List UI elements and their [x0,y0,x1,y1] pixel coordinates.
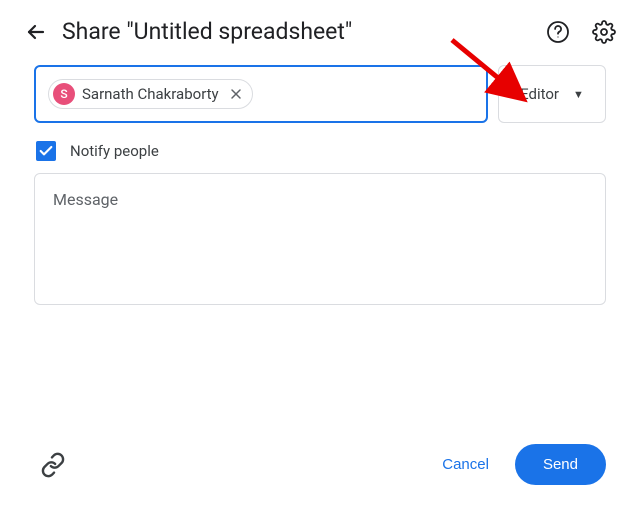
notify-checkbox[interactable] [36,141,56,161]
gear-icon[interactable] [592,20,616,44]
link-icon[interactable] [34,446,72,484]
recipient-name: Sarnath Chakraborty [82,85,219,103]
notify-label: Notify people [70,142,159,160]
recipient-chip[interactable]: S Sarnath Chakraborty [48,79,253,109]
role-label: Editor [520,85,559,103]
recipients-input[interactable]: S Sarnath Chakraborty [34,65,488,123]
dialog-title: Share "Untitled spreadsheet" [62,18,532,45]
help-icon[interactable] [546,20,570,44]
back-arrow-icon[interactable] [24,20,48,44]
avatar: S [53,83,75,105]
send-button[interactable]: Send [515,444,606,485]
chevron-down-icon: ▼ [573,88,584,101]
cancel-button[interactable]: Cancel [424,446,507,483]
message-input[interactable] [34,173,606,305]
role-dropdown[interactable]: Editor ▼ [498,65,606,123]
close-icon[interactable] [228,86,244,102]
